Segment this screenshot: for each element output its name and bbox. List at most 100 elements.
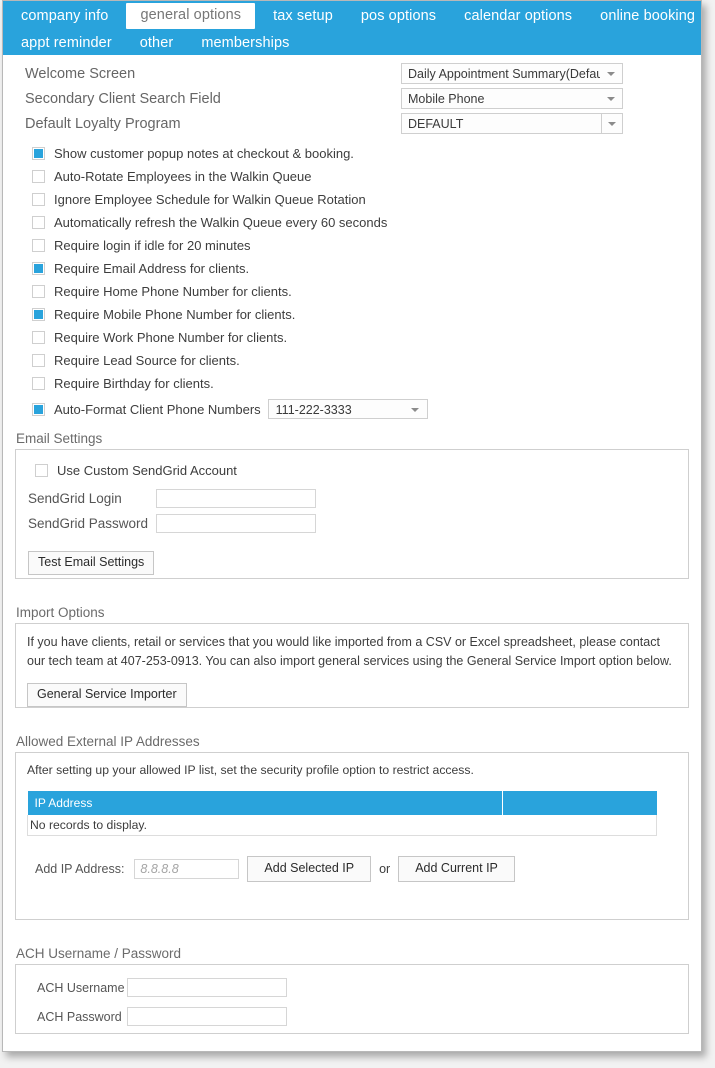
add-ip-row: Add IP Address: Add Selected IP or Add C… <box>27 856 677 882</box>
add-selected-ip-button[interactable]: Add Selected IP <box>247 856 372 882</box>
ach-section: ACH Username / Password ACH Username ACH… <box>15 946 689 1034</box>
checkbox-auto-refresh[interactable] <box>32 216 45 229</box>
phone-format-dropdown[interactable]: 111-222-3333 <box>267 399 428 419</box>
tab-other[interactable]: other <box>126 36 188 51</box>
tab-calendar-options[interactable]: calendar options <box>450 9 586 24</box>
tab-appt-reminder[interactable]: appt reminder <box>3 36 126 51</box>
settings-window: company info general options tax setup p… <box>2 0 702 1052</box>
checkbox-auto-format-phone[interactable] <box>32 402 45 416</box>
checkbox-require-lead-source[interactable] <box>32 354 45 367</box>
chevron-down-icon <box>607 72 615 76</box>
table-row: No records to display. <box>27 815 657 836</box>
checkbox-require-birthday[interactable] <box>32 377 45 390</box>
checkbox-row-ignore-schedule[interactable]: Ignore Employee Schedule for Walkin Queu… <box>15 188 689 211</box>
field-row-sendgrid-login: SendGrid Login <box>28 486 676 511</box>
tab-bar: company info general options tax setup p… <box>3 1 701 55</box>
ach-password-input[interactable] <box>127 1007 287 1026</box>
checkbox-label: Automatically refresh the Walkin Queue e… <box>54 215 388 230</box>
welcome-screen-dropdown-wrap: Daily Appointment Summary(Default <box>401 63 623 84</box>
tab-pos-options[interactable]: pos options <box>347 9 450 24</box>
ip-grid-col-actions[interactable] <box>502 791 657 815</box>
allowed-ip-hint: After setting up your allowed IP list, s… <box>27 763 474 777</box>
checkbox-row-require-mobile-phone[interactable]: Require Mobile Phone Number for clients. <box>15 303 689 326</box>
checkbox-label: Show customer popup notes at checkout & … <box>54 146 354 161</box>
checkbox-row-custom-sendgrid[interactable]: Use Custom SendGrid Account <box>28 460 676 480</box>
checkbox-label: Require Mobile Phone Number for clients. <box>54 307 296 322</box>
checkbox-label: Ignore Employee Schedule for Walkin Queu… <box>54 192 366 207</box>
checkbox-label: Require login if idle for 20 minutes <box>54 238 251 253</box>
checkbox-custom-sendgrid[interactable] <box>35 463 48 477</box>
allowed-ip-title: Allowed External IP Addresses <box>16 734 200 749</box>
secondary-search-dropdown[interactable]: Mobile Phone <box>401 88 623 109</box>
checkbox-row-require-login-idle[interactable]: Require login if idle for 20 minutes <box>15 234 689 257</box>
tab-online-booking[interactable]: online booking <box>586 9 701 24</box>
welcome-screen-label: Welcome Screen <box>25 66 136 82</box>
setting-row-loyalty-program: Default Loyalty Program DEFAULT <box>15 113 689 138</box>
email-settings-title: Email Settings <box>16 431 103 446</box>
sendgrid-password-label: SendGrid Password <box>28 516 149 531</box>
general-service-importer-button[interactable]: General Service Importer <box>27 683 187 707</box>
sendgrid-password-input[interactable] <box>156 514 316 533</box>
checkbox-auto-rotate[interactable] <box>32 170 45 183</box>
checkbox-ignore-schedule[interactable] <box>32 193 45 206</box>
loyalty-program-dropdown-wrap: DEFAULT <box>401 113 623 134</box>
settings-content: Welcome Screen Daily Appointment Summary… <box>3 55 701 1034</box>
custom-sendgrid-label: Use Custom SendGrid Account <box>57 462 237 478</box>
welcome-screen-dropdown[interactable]: Daily Appointment Summary(Default <box>401 63 623 84</box>
email-settings-panel: Use Custom SendGrid Account SendGrid Log… <box>15 449 689 579</box>
or-separator-text: or <box>379 861 391 876</box>
checkbox-require-home-phone[interactable] <box>32 285 45 298</box>
checkbox-row-auto-format-phone[interactable]: Auto-Format Client Phone Numbers 111-222… <box>15 395 689 423</box>
chevron-down-icon <box>608 122 616 126</box>
loyalty-program-dropdown[interactable]: DEFAULT <box>401 113 623 134</box>
checkbox-label: Require Home Phone Number for clients. <box>54 284 292 299</box>
ip-grid-col-ip-address[interactable]: IP Address <box>27 791 503 815</box>
add-current-ip-button[interactable]: Add Current IP <box>398 856 515 882</box>
sendgrid-login-input[interactable] <box>156 489 316 508</box>
app-root: company info general options tax setup p… <box>0 0 715 1068</box>
allowed-ip-panel: After setting up your allowed IP list, s… <box>15 752 689 920</box>
checkbox-row-require-email[interactable]: Require Email Address for clients. <box>15 257 689 280</box>
test-email-settings-button[interactable]: Test Email Settings <box>28 551 155 575</box>
checkbox-row-require-lead-source[interactable]: Require Lead Source for clients. <box>15 349 689 372</box>
ach-password-label: ACH Password <box>37 1009 122 1024</box>
checkbox-label: Require Birthday for clients. <box>54 376 214 391</box>
tab-tax-setup[interactable]: tax setup <box>259 9 347 24</box>
ach-panel: ACH Username ACH Password <box>15 964 689 1034</box>
checkbox-require-login-idle[interactable] <box>32 239 45 252</box>
checkbox-require-email[interactable] <box>32 262 45 275</box>
ip-grid-body: No records to display. <box>27 815 657 836</box>
auto-format-phone-label: Auto-Format Client Phone Numbers <box>54 401 261 417</box>
secondary-search-dropdown-wrap: Mobile Phone <box>401 88 623 109</box>
import-options-panel: If you have clients, retail or services … <box>15 623 689 708</box>
add-ip-input[interactable] <box>134 858 240 879</box>
checkbox-row-auto-rotate[interactable]: Auto-Rotate Employees in the Walkin Queu… <box>15 165 689 188</box>
email-settings-section: Email Settings Use Custom SendGrid Accou… <box>15 431 689 579</box>
ach-username-input[interactable] <box>127 978 287 997</box>
ip-grid-header: IP Address <box>27 791 657 815</box>
checkbox-row-require-home-phone[interactable]: Require Home Phone Number for clients. <box>15 280 689 303</box>
add-ip-label: Add IP Address: <box>35 861 125 876</box>
ip-grid-header-row: IP Address <box>27 791 657 815</box>
checkbox-row-require-birthday[interactable]: Require Birthday for clients. <box>15 372 689 395</box>
chevron-down-icon <box>607 97 615 101</box>
setting-row-welcome-screen: Welcome Screen Daily Appointment Summary… <box>15 63 689 88</box>
tab-company-info[interactable]: company info <box>3 9 122 24</box>
field-row-ach-username: ACH Username <box>27 975 677 1000</box>
checkbox-require-mobile-phone[interactable] <box>32 308 45 321</box>
checkbox-row-auto-refresh[interactable]: Automatically refresh the Walkin Queue e… <box>15 211 689 234</box>
tab-memberships[interactable]: memberships <box>187 36 303 51</box>
checkbox-row-popup-notes[interactable]: Show customer popup notes at checkout & … <box>15 142 689 165</box>
tab-general-options[interactable]: general options <box>126 3 256 29</box>
loyalty-program-label: Default Loyalty Program <box>25 116 181 132</box>
checkbox-label: Require Email Address for clients. <box>54 261 250 276</box>
import-options-title: Import Options <box>16 605 105 620</box>
options-checkbox-list: Show customer popup notes at checkout & … <box>15 142 689 423</box>
checkbox-require-work-phone[interactable] <box>32 331 45 344</box>
checkbox-row-require-work-phone[interactable]: Require Work Phone Number for clients. <box>15 326 689 349</box>
checkbox-label: Require Work Phone Number for clients. <box>54 330 288 345</box>
checkbox-label: Auto-Rotate Employees in the Walkin Queu… <box>54 169 312 184</box>
tab-row-primary: company info general options tax setup p… <box>3 1 701 31</box>
checkbox-popup-notes[interactable] <box>32 147 45 160</box>
secondary-search-value: Mobile Phone <box>408 92 485 106</box>
